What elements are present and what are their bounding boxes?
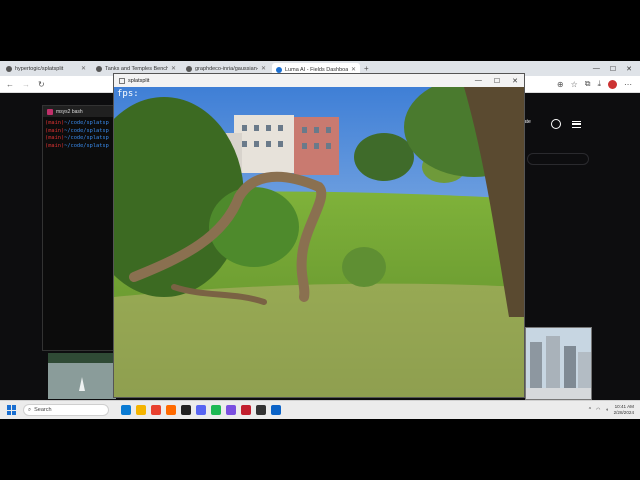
terminal-output[interactable]: (main)~/code/splatsp (main)~/code/splats… (43, 117, 116, 153)
taskbar-search[interactable]: ⌕ Search (23, 404, 109, 416)
fps-counter: fps: (117, 89, 139, 99)
menu-icon[interactable] (572, 121, 581, 128)
minimize-button[interactable]: — (475, 77, 482, 85)
collections-icon[interactable]: ⧉ (585, 79, 591, 89)
terminal-title: msys2 bash (56, 108, 83, 115)
city-thumbnail[interactable] (525, 327, 592, 400)
letterbox-bottom (0, 419, 640, 480)
extension-icon[interactable]: ⊕ (557, 80, 564, 89)
app-icon (119, 77, 125, 84)
close-icon[interactable]: ✕ (171, 65, 176, 72)
taskbar-app-icon[interactable] (151, 405, 161, 415)
city-image (526, 328, 591, 399)
new-tab-button[interactable]: + (364, 64, 369, 73)
cwd-path: ~/code/splatsp (64, 142, 109, 149)
terminal-titlebar[interactable]: msys2 bash (43, 106, 116, 117)
taskbar-app-icon[interactable] (271, 405, 281, 415)
viewer-window-controls: — ☐ ✕ (475, 77, 524, 85)
taskbar-app-icon[interactable] (211, 405, 221, 415)
render-viewport[interactable]: fps: (114, 87, 524, 397)
taskbar-app-icon[interactable] (256, 405, 266, 415)
browser-window-controls: — ☐ ✕ (593, 65, 640, 73)
tab-label: graphdeco-inria/gaussian-splatting (195, 65, 258, 72)
taskbar-app-icon[interactable] (241, 405, 251, 415)
windows-logo-tile (12, 405, 16, 410)
close-window-button[interactable]: ✕ (512, 77, 518, 85)
volume-icon[interactable]: ◖ (606, 407, 609, 413)
park-scene-render (114, 87, 524, 397)
window-title: splatsplit (128, 77, 150, 84)
maximize-button[interactable]: ☐ (610, 65, 616, 73)
tab-splatsplit[interactable]: hypertogic/splatsplit ✕ (2, 63, 90, 74)
toolbar-actions: ⊕ ☆ ⧉ ⤓ ⋯ (557, 79, 640, 89)
tab-label: Luma AI - Fields Dashboard (285, 66, 348, 73)
github-icon (6, 65, 12, 72)
git-branch: (main) (45, 120, 65, 126)
search-placeholder: Search (34, 407, 52, 413)
cwd-path: ~/code/splatsp (64, 135, 109, 142)
terminal-line: (main)~/code/splatsp (45, 143, 114, 151)
taskbar-app-icon[interactable] (181, 405, 191, 415)
clock-date: 2/28/2024 (613, 410, 634, 415)
splatsplit-titlebar[interactable]: splatsplit — ☐ ✕ (114, 74, 524, 87)
start-button[interactable] (7, 405, 17, 415)
close-icon[interactable]: ✕ (81, 65, 86, 72)
git-branch: (main) (45, 142, 65, 149)
taskbar-app-icon[interactable] (226, 405, 236, 415)
system-tray: ^ ◠ ◖ 10:41 AM 2/28/2024 (589, 404, 640, 416)
git-branch: (main) (45, 127, 65, 134)
clock[interactable]: 10:41 AM 2/28/2024 (614, 404, 634, 416)
profile-avatar[interactable] (608, 79, 617, 89)
search-icon: ⌕ (28, 406, 32, 413)
luma-icon (276, 66, 282, 73)
terminal-line: (main)~/code/splatsp (45, 120, 114, 128)
git-branch: (main) (45, 135, 65, 142)
user-icon[interactable] (551, 119, 561, 129)
sailboat-image (48, 353, 116, 399)
taskbar-app-icon[interactable] (136, 405, 146, 415)
close-window-button[interactable]: ✕ (626, 65, 632, 73)
taskbar-app-icon[interactable] (166, 405, 176, 415)
letterbox-top (0, 0, 640, 61)
chevron-up-icon[interactable]: ^ (589, 407, 591, 413)
page-search-field[interactable] (527, 153, 589, 165)
terminal-line: (main)~/code/splatsp (45, 128, 114, 136)
close-icon[interactable]: ✕ (351, 66, 356, 73)
maximize-button[interactable]: ☐ (494, 77, 500, 85)
favorites-icon[interactable]: ☆ (571, 80, 578, 89)
taskbar-app-icon[interactable] (121, 405, 131, 415)
tab-label: Tanks and Temples Benchmark (105, 65, 168, 72)
downloads-icon[interactable]: ⤓ (597, 79, 601, 89)
pinned-apps (121, 405, 281, 415)
windows-logo-tile (12, 410, 16, 415)
tab-label: hypertogic/splatsplit (15, 65, 64, 72)
terminal-window[interactable]: msys2 bash (main)~/code/splatsp (main)~/… (42, 105, 117, 351)
back-icon[interactable]: ← (6, 80, 14, 89)
windows-logo-tile (7, 410, 11, 415)
cwd-path: ~/code/splatsp (64, 127, 109, 134)
site-icon (96, 65, 102, 72)
taskbar-app-icon[interactable] (196, 405, 206, 415)
close-icon[interactable]: ✕ (261, 65, 266, 72)
wifi-icon[interactable]: ◠ (596, 407, 600, 413)
desktop-screen: hypertogic/splatsplit ✕ Tanks and Temple… (0, 61, 640, 419)
msys2-icon (47, 108, 53, 115)
minimize-button[interactable]: — (593, 65, 600, 73)
windows-taskbar: ⌕ Search ^ ◠ ◖ 10:41 AM 2/28/2024 (0, 400, 640, 419)
github-icon (186, 65, 192, 72)
splatsplit-window[interactable]: splatsplit — ☐ ✕ fps: (113, 73, 525, 398)
windows-logo-tile (7, 405, 11, 410)
cwd-path: ~/code/splatsp (64, 120, 109, 126)
more-icon[interactable]: ⋯ (624, 80, 632, 89)
forward-icon[interactable]: → (22, 80, 30, 89)
terminal-line: (main)~/code/splatsp (45, 135, 114, 143)
video-thumbnail[interactable] (48, 353, 116, 399)
reload-icon[interactable]: ↻ (38, 80, 45, 89)
